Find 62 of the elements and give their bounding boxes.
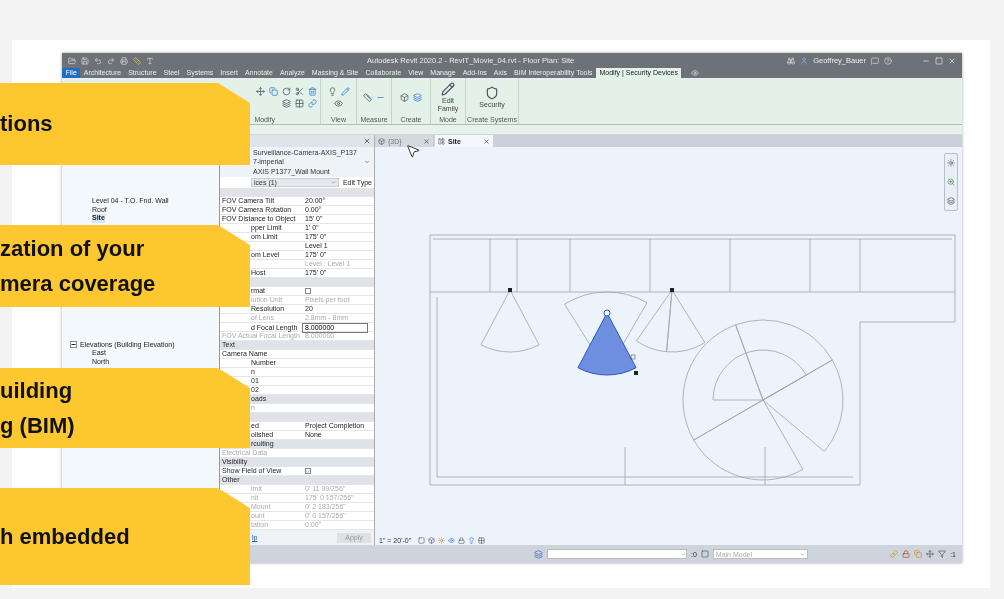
eye-icon[interactable] (448, 536, 456, 544)
callout-text: h embedded (0, 522, 130, 551)
undo-icon[interactable] (94, 56, 102, 65)
measure-icon[interactable] (133, 56, 141, 65)
collapse-toggle[interactable] (70, 341, 77, 349)
detail-level-icon[interactable] (418, 536, 426, 544)
drag-icon[interactable] (926, 550, 935, 558)
filter-icon[interactable] (938, 550, 947, 558)
print-icon[interactable] (120, 56, 128, 65)
callout-text: tions (0, 110, 53, 139)
workset-icon[interactable] (534, 549, 543, 559)
move-icon[interactable] (256, 86, 265, 96)
scissors-icon[interactable] (295, 86, 304, 96)
caret-icon (330, 180, 336, 185)
callout-text: zation of your mera coverage (0, 234, 156, 298)
ruler-icon[interactable] (363, 92, 372, 102)
lightbulb-icon[interactable] (468, 536, 476, 544)
message-icon[interactable] (871, 56, 879, 65)
help-icon[interactable] (884, 56, 892, 65)
checkbox[interactable] (305, 288, 311, 294)
rotate-icon[interactable] (282, 86, 291, 96)
link-icon[interactable] (890, 550, 899, 558)
visual-style-icon[interactable] (428, 536, 436, 544)
close-icon[interactable] (948, 56, 956, 65)
user-icon[interactable] (800, 56, 809, 65)
checkbox[interactable] (305, 468, 311, 474)
sun-icon[interactable] (438, 536, 446, 544)
callout-text: uilding g (BIM) (0, 376, 75, 440)
lock-icon[interactable] (902, 550, 911, 558)
design-options-icon[interactable] (700, 550, 709, 558)
caret-icon (799, 551, 805, 557)
close-icon[interactable] (363, 137, 371, 145)
lock-icon[interactable] (458, 536, 466, 544)
text-icon[interactable] (146, 56, 154, 65)
plan-icon (438, 137, 445, 145)
pencil-icon[interactable] (340, 86, 350, 96)
dropdown-caret-icon[interactable] (364, 159, 370, 165)
array-icon[interactable] (295, 98, 304, 108)
mouse-cursor-icon (405, 143, 421, 159)
redo-icon[interactable] (107, 56, 115, 65)
maximize-icon[interactable] (935, 56, 943, 65)
cube-icon (378, 137, 385, 145)
close-icon[interactable] (483, 137, 490, 145)
caret-icon (681, 551, 686, 557)
copy-icon[interactable] (269, 86, 278, 96)
lightbulb-icon[interactable] (327, 86, 337, 96)
link-icon[interactable] (308, 98, 317, 108)
eye-icon[interactable] (334, 98, 343, 108)
box-icon[interactable] (400, 92, 409, 102)
close-icon[interactable] (423, 137, 430, 145)
layers-icon[interactable] (282, 98, 291, 108)
layers-icon[interactable] (413, 92, 422, 102)
binoculars-icon[interactable] (787, 56, 796, 65)
zoom-icon[interactable] (947, 178, 955, 186)
save-icon[interactable] (81, 56, 89, 65)
copy-icon[interactable] (914, 550, 923, 558)
grid-icon[interactable] (478, 536, 486, 544)
delete-icon[interactable] (308, 86, 317, 96)
open-icon[interactable] (68, 56, 76, 65)
workset-field[interactable] (547, 549, 687, 559)
edit-icon (441, 82, 455, 96)
shield-icon (485, 85, 499, 100)
